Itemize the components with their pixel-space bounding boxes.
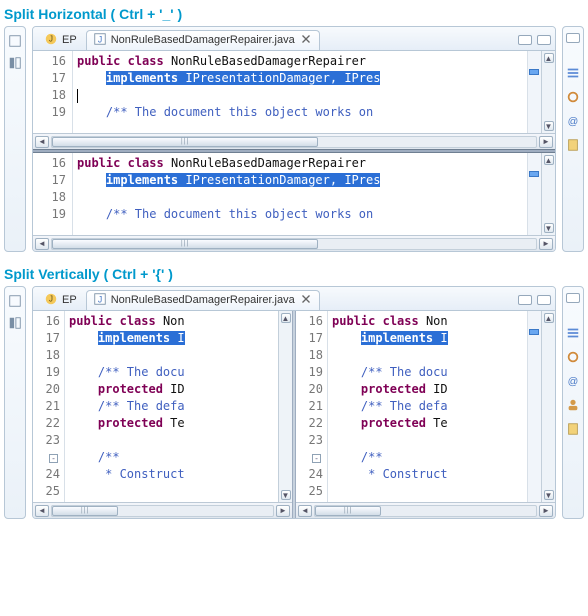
scroll-track[interactable]	[51, 136, 537, 148]
tab-active[interactable]: J NonRuleBasedDamagerRepairer.java	[86, 290, 320, 310]
close-icon[interactable]	[299, 292, 313, 309]
scroll-right-icon[interactable]: ►	[276, 505, 290, 517]
line-gutter: 16 17 18 19	[33, 51, 73, 133]
scroll-right-icon[interactable]: ►	[539, 505, 553, 517]
editor-body: 16 17 18 19 20 21 22 23 -24 25 public cl…	[33, 311, 555, 518]
scroll-up-icon[interactable]: ▲	[544, 313, 554, 323]
scroll-left-icon[interactable]: ◄	[298, 505, 312, 517]
tab-ep[interactable]: J EP	[37, 290, 84, 310]
svg-text:J: J	[49, 294, 53, 303]
scroll-left-icon[interactable]: ◄	[35, 238, 49, 250]
vertical-scrollbar[interactable]: ▲ ▼	[541, 311, 555, 502]
scroll-down-icon[interactable]: ▼	[544, 490, 554, 500]
minimize-button[interactable]	[518, 35, 532, 45]
scroll-left-icon[interactable]: ◄	[35, 505, 49, 517]
maximize-button[interactable]	[537, 35, 551, 45]
editor-panel: J EP J NonRuleBasedDamagerRepairer.java …	[32, 26, 556, 252]
horizontal-scrollbar[interactable]: ◄ ►	[33, 235, 555, 251]
java-icon: J	[44, 292, 58, 309]
doc-icon[interactable]	[565, 421, 581, 437]
person-icon[interactable]	[565, 397, 581, 413]
minimize-button[interactable]	[518, 295, 532, 305]
horizontal-scrollbar[interactable]: ◄ ►	[296, 502, 555, 518]
ide-vertical-block: J EP J NonRuleBasedDamagerRepairer.java …	[0, 286, 588, 527]
maximize-button[interactable]	[537, 295, 551, 305]
outline-icon[interactable]	[565, 325, 581, 341]
vertical-scrollbar[interactable]: ▲ ▼	[541, 51, 555, 133]
marker-bar[interactable]	[527, 311, 541, 502]
scroll-right-icon[interactable]: ►	[539, 238, 553, 250]
sidebar-icon[interactable]	[7, 33, 23, 49]
ide-horizontal-block: J EP J NonRuleBasedDamagerRepairer.java …	[0, 26, 588, 260]
at-icon[interactable]: @	[565, 113, 581, 129]
scroll-up-icon[interactable]: ▲	[281, 313, 291, 323]
section-title-vertical: Split Vertically ( Ctrl + '{' )	[0, 260, 588, 286]
tab-ep[interactable]: J EP	[37, 30, 84, 50]
editor-pane-bottom[interactable]: 16 17 18 19 public class NonRuleBasedDam…	[33, 153, 555, 235]
code-area[interactable]: public class Non implements I /** The do…	[328, 311, 527, 502]
close-icon[interactable]	[299, 32, 313, 49]
tab-label: EP	[62, 34, 77, 46]
svg-text:@: @	[568, 116, 579, 128]
left-sidebar	[4, 26, 26, 252]
scroll-up-icon[interactable]: ▲	[544, 53, 554, 63]
scroll-track[interactable]	[51, 238, 537, 250]
scroll-track[interactable]	[51, 505, 274, 517]
tab-label: NonRuleBasedDamagerRepairer.java	[111, 34, 295, 46]
code-area[interactable]: public class Non implements I /** The do…	[65, 311, 278, 502]
tab-row: J EP J NonRuleBasedDamagerRepairer.java	[33, 27, 555, 51]
sidebar-min-button[interactable]	[566, 293, 580, 303]
scroll-track[interactable]	[314, 505, 537, 517]
editor-body: 16 17 18 19 public class NonRuleBasedDam…	[33, 51, 555, 251]
sidebar-icon[interactable]	[7, 315, 23, 331]
code-area[interactable]: public class NonRuleBasedDamagerRepairer…	[73, 153, 527, 235]
code-area[interactable]: public class NonRuleBasedDamagerRepairer…	[73, 51, 527, 133]
svg-text:J: J	[49, 34, 53, 43]
left-sidebar	[4, 286, 26, 519]
scroll-up-icon[interactable]: ▲	[544, 155, 554, 165]
fold-icon[interactable]: -	[49, 454, 58, 463]
tab-row: J EP J NonRuleBasedDamagerRepairer.java	[33, 287, 555, 311]
sidebar-icon[interactable]	[7, 293, 23, 309]
java-icon: J	[93, 32, 107, 49]
horizontal-scrollbar[interactable]: ◄ ►	[33, 502, 292, 518]
line-gutter: 16 17 18 19	[33, 153, 73, 235]
scroll-down-icon[interactable]: ▼	[544, 223, 554, 233]
editor-panel: J EP J NonRuleBasedDamagerRepairer.java …	[32, 286, 556, 519]
scroll-down-icon[interactable]: ▼	[544, 121, 554, 131]
editor-pane-left[interactable]: 16 17 18 19 20 21 22 23 -24 25 public cl…	[33, 311, 292, 518]
scroll-down-icon[interactable]: ▼	[281, 490, 291, 500]
vertical-scrollbar[interactable]: ▲ ▼	[541, 153, 555, 235]
tab-label: NonRuleBasedDamagerRepairer.java	[111, 294, 295, 306]
editor-pane-right[interactable]: 16 17 18 19 20 21 22 23 -24 25 public cl…	[296, 311, 555, 518]
tab-active[interactable]: J NonRuleBasedDamagerRepairer.java	[86, 30, 320, 50]
editor-pane-top[interactable]: 16 17 18 19 public class NonRuleBasedDam…	[33, 51, 555, 133]
at-icon[interactable]: @	[565, 373, 581, 389]
sidebar-icon[interactable]	[7, 55, 23, 71]
vertical-scrollbar[interactable]: ▲ ▼	[278, 311, 292, 502]
task-icon[interactable]	[565, 89, 581, 105]
tab-label: EP	[62, 294, 77, 306]
fold-icon[interactable]: -	[312, 454, 321, 463]
java-icon: J	[93, 292, 107, 309]
outline-icon[interactable]	[565, 65, 581, 81]
svg-text:J: J	[98, 294, 102, 304]
task-icon[interactable]	[565, 349, 581, 365]
sidebar-min-button[interactable]	[566, 33, 580, 43]
java-icon: J	[44, 32, 58, 49]
horizontal-scrollbar[interactable]: ◄ ►	[33, 133, 555, 149]
vertical-split-container: 16 17 18 19 20 21 22 23 -24 25 public cl…	[33, 311, 555, 518]
line-gutter: 16 17 18 19 20 21 22 23 -24 25	[296, 311, 328, 502]
doc-icon[interactable]	[565, 137, 581, 153]
right-sidebar: @	[562, 26, 584, 252]
marker-bar[interactable]	[527, 51, 541, 133]
svg-text:J: J	[98, 34, 102, 44]
scroll-right-icon[interactable]: ►	[539, 136, 553, 148]
marker-bar[interactable]	[527, 153, 541, 235]
line-gutter: 16 17 18 19 20 21 22 23 -24 25	[33, 311, 65, 502]
section-title-horizontal: Split Horizontal ( Ctrl + '_' )	[0, 0, 588, 26]
scroll-left-icon[interactable]: ◄	[35, 136, 49, 148]
svg-text:@: @	[568, 376, 579, 388]
right-sidebar: @	[562, 286, 584, 519]
